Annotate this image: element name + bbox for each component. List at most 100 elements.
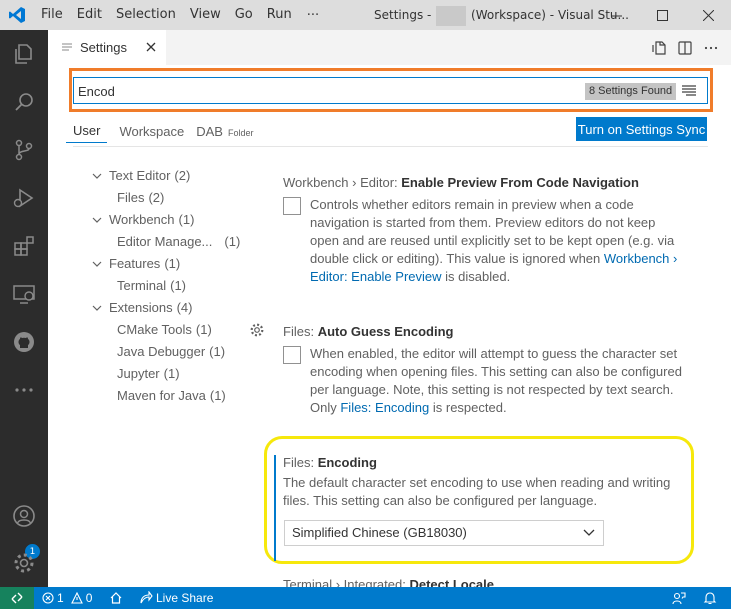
chevron-down-icon [92,217,102,223]
remote-indicator[interactable] [0,587,34,609]
bell-icon [703,592,717,605]
notifications-button[interactable] [703,587,717,609]
toc-label: Files [117,190,145,205]
tab-label: Settings [80,40,127,55]
setting-link[interactable]: Files: Encoding [340,400,429,415]
toc-item-cmake-tools[interactable]: CMake Tools (1) [88,319,248,341]
toc-count: (1) [164,256,181,271]
gear-icon[interactable] [249,322,265,338]
error-icon [42,592,54,604]
more-actions-icon[interactable] [703,40,719,56]
divider [73,146,708,147]
focus-indicator [274,455,276,561]
toc-item-files[interactable]: Files (2) [88,187,248,209]
toc-count: (2) [174,168,191,183]
chevron-down-icon [92,305,102,311]
toc-label: Java Debugger [117,344,206,359]
description-text: is disabled. [445,269,511,284]
setting-name: Enable Preview From Code Navigation [401,175,639,190]
settings-scope-tabs: User Workspace DAB Folder [66,117,254,145]
more-icon[interactable] [0,368,48,412]
toc-label: Jupyter [117,366,160,381]
maximize-button[interactable] [639,0,685,30]
tab-folder[interactable]: DAB Folder [196,124,253,139]
setting-category: Files: [283,455,315,470]
toc-label: Text Editor [109,168,171,183]
live-share-button[interactable]: Live Share [139,587,213,609]
menu-go[interactable]: Go [228,0,260,30]
menu-overflow-button[interactable]: ··· [299,8,327,23]
toc-item-editor-management[interactable]: Editor Manage... (1) [88,231,248,253]
warning-icon [70,592,83,604]
close-icon[interactable] [144,40,158,54]
toc-item-terminal[interactable]: Terminal (1) [88,275,248,297]
close-icon [702,9,714,21]
tab-user[interactable]: User [66,119,108,143]
source-control-icon[interactable] [0,128,48,172]
tab-workspace[interactable]: Workspace [119,120,184,143]
settings-editor: 8 Settings Found User Workspace DAB Folde… [48,65,731,587]
menu-run[interactable]: Run [260,0,299,30]
open-settings-json-icon[interactable] [651,40,667,56]
menu-view[interactable]: View [183,0,228,30]
toc-item-java-debugger[interactable]: Java Debugger (1) [88,341,248,363]
feedback-icon [672,592,686,605]
setting-checkbox[interactable] [283,197,301,215]
description-text: is respected. [432,400,507,415]
toc-item-features[interactable]: Features (1) [88,253,248,275]
toc-item-jupyter[interactable]: Jupyter (1) [88,363,248,385]
settings-toc: Text Editor (2) Files (2) Workbench (1) Edi… [88,165,248,407]
setting-checkbox[interactable] [283,346,301,364]
setting-category: Files: [283,324,315,339]
toc-item-maven-for-java[interactable]: Maven for Java (1) [88,385,248,407]
encoding-select[interactable]: Simplified Chinese (GB18030) [284,520,604,546]
remote-icon [11,592,23,604]
toc-label: Features [109,256,161,271]
tab-settings[interactable]: Settings [48,30,166,65]
setting-category: Terminal › Integrated: [283,577,406,587]
maximize-icon [656,9,668,21]
menu-selection[interactable]: Selection [109,0,183,30]
toc-count: (1) [209,344,226,359]
menu-edit[interactable]: Edit [70,0,109,30]
minimize-icon [610,15,622,16]
toc-item-text-editor[interactable]: Text Editor (2) [88,165,248,187]
problems-indicator[interactable]: 1 0 [42,587,92,609]
editor-actions [651,30,719,65]
toc-item-extensions[interactable]: Extensions (4) [88,297,248,319]
vscode-logo-icon [0,0,34,30]
settings-sync-button[interactable]: Turn on Settings Sync [576,117,707,141]
feedback-button[interactable] [672,587,686,609]
remote-explorer-icon[interactable] [0,272,48,316]
live-share-icon [140,591,153,604]
chevron-down-icon [583,529,595,536]
github-icon[interactable] [0,320,48,364]
warning-count: 0 [85,591,93,605]
home-button[interactable] [109,587,123,609]
setting-title: Files: Auto Guess Encoding [283,322,683,342]
close-window-button[interactable] [685,0,731,30]
window-controls [593,0,731,30]
setting-title: Files: Encoding [283,453,683,473]
accounts-icon[interactable] [0,494,48,538]
run-debug-icon[interactable] [0,176,48,220]
toc-item-workbench[interactable]: Workbench (1) [88,209,248,231]
menu-file[interactable]: File [34,0,70,30]
filter-icon[interactable] [681,84,697,98]
toc-label: Maven for Java [117,388,206,403]
explorer-icon[interactable] [0,32,48,76]
status-bar: 1 0 Live Share [0,587,731,609]
extensions-icon[interactable] [0,224,48,268]
split-editor-icon[interactable] [677,40,693,56]
minimize-button[interactable] [593,0,639,30]
setting-files-encoding: Files: Encoding The default character se… [283,453,683,510]
toc-count: (1) [224,234,241,249]
manage-gear-icon[interactable] [0,541,48,585]
title-bar: File Edit Selection View Go Run ··· Sett… [0,0,731,30]
setting-auto-guess-encoding: Files: Auto Guess Encoding When enabled,… [283,322,683,417]
selected-value: Simplified Chinese (GB18030) [292,525,467,540]
toc-label: Extensions [109,300,173,315]
search-icon[interactable] [0,80,48,124]
chevron-down-icon [92,261,102,267]
search-input[interactable] [78,81,558,101]
